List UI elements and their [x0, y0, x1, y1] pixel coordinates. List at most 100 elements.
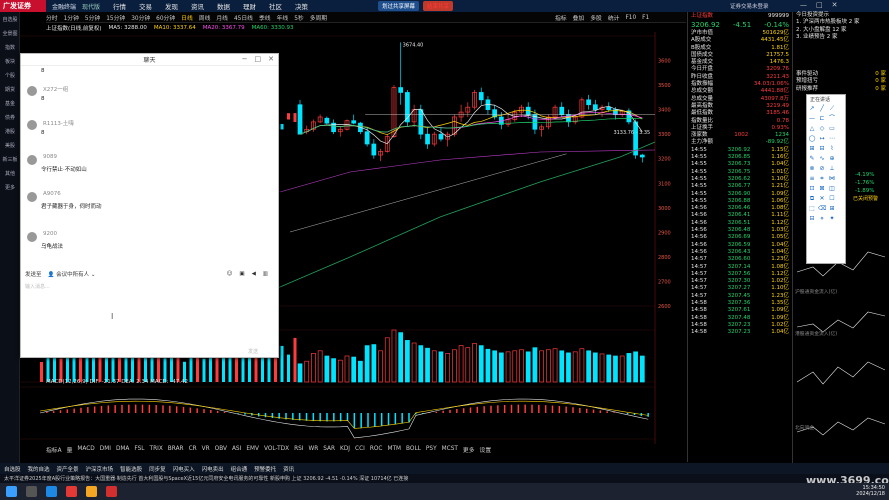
period-tab[interactable]: 月线: [216, 13, 228, 22]
indicator-tab[interactable]: SAR: [323, 446, 335, 452]
tick-list[interactable]: 14:55 3206.92 1.15亿 14:55 3206.85 1.16亿 14:55 3…: [688, 147, 792, 337]
draw-tool-icon[interactable]: ◇: [818, 125, 826, 133]
version-switch[interactable]: 现代版: [82, 2, 100, 11]
period-tab[interactable]: 15分钟: [106, 13, 125, 22]
chat-maximize-icon[interactable]: □: [255, 55, 262, 63]
tip-2[interactable]: 2. 大小盘解盘 12 家: [793, 27, 889, 34]
indicator-tab[interactable]: WR: [308, 446, 318, 452]
gf-app-icon[interactable]: [106, 486, 117, 497]
draw-tool-icon[interactable]: ≡: [808, 175, 816, 183]
chart-tool-tab[interactable]: 统计: [608, 13, 620, 22]
draw-tool-icon[interactable]: ⊏: [818, 115, 826, 123]
draw-tool-icon[interactable]: ∿: [818, 155, 826, 163]
trend-line[interactable]: [289, 153, 567, 233]
draw-tool-icon[interactable]: ▭: [828, 125, 836, 133]
sidebar-item[interactable]: 全景图: [0, 26, 20, 40]
draw-tool-icon[interactable]: ⌫: [818, 205, 826, 213]
draw-tool-icon[interactable]: ⋄: [818, 215, 826, 223]
draw-tool-icon[interactable]: ⟂: [828, 165, 836, 173]
indicator-tab[interactable]: 设置: [480, 445, 492, 454]
sidebar-item[interactable]: 港股: [0, 124, 20, 138]
period-tab[interactable]: 分时: [46, 13, 58, 22]
draw-tool-icon[interactable]: ☐: [828, 195, 836, 203]
draw-tool-icon[interactable]: ✎: [808, 155, 816, 163]
chart-tool-tab[interactable]: 叠加: [573, 13, 585, 22]
quick-function[interactable]: 沪深京市场: [86, 465, 114, 473]
indicator-tab[interactable]: BOLL: [406, 446, 421, 452]
period-tab[interactable]: 30分钟: [131, 13, 150, 22]
indicator-tab[interactable]: MTM: [387, 446, 401, 452]
sidebar-item[interactable]: 更多: [0, 180, 20, 194]
sidebar-item[interactable]: 其他: [0, 166, 20, 180]
draw-tool-icon[interactable]: ⋯: [828, 135, 836, 143]
draw-tool-icon[interactable]: —: [808, 115, 816, 123]
sidebar-item[interactable]: 期货: [0, 82, 20, 96]
period-tab[interactable]: 年线: [277, 13, 289, 22]
sidebar-item[interactable]: 美股: [0, 138, 20, 152]
maximize-icon[interactable]: □: [816, 1, 823, 9]
menu-decision[interactable]: 决策: [295, 1, 308, 11]
sidebar-item[interactable]: 新三板: [0, 152, 20, 166]
period-tab[interactable]: 45日线: [234, 13, 253, 22]
draw-tool-icon[interactable]: ⌗: [818, 175, 826, 183]
send-target-select[interactable]: 👤 会议中所有人 ⌄: [48, 270, 96, 278]
indicator-tab[interactable]: ASI: [232, 446, 241, 452]
start-icon[interactable]: [6, 486, 17, 497]
quick-function[interactable]: 闪电卖出: [202, 465, 224, 473]
indicator-tab[interactable]: VOL-TDX: [264, 446, 289, 452]
draw-tool-icon[interactable]: ✦: [828, 215, 836, 223]
period-tab[interactable]: 周线: [199, 13, 211, 22]
ticker-text[interactable]: 太平洋证券2025年度A股行业策略报告：大国重器·制造先行 首大利国股与Spac…: [4, 475, 408, 482]
draw-tool-icon[interactable]: ⋈: [828, 175, 836, 183]
indicator-tab[interactable]: RSI: [294, 446, 303, 452]
sidebar-item[interactable]: 指数: [0, 40, 20, 54]
draw-tool-icon[interactable]: ⊟: [818, 145, 826, 153]
close-icon[interactable]: ✕: [832, 1, 838, 9]
chart-tool-tab[interactable]: 多股: [590, 13, 602, 22]
quick-function[interactable]: 同步复: [149, 465, 166, 473]
indicator-tab[interactable]: DMA: [116, 446, 129, 452]
period-tab[interactable]: 季线: [259, 13, 271, 22]
indicator-tab[interactable]: MACD: [77, 446, 94, 452]
quick-function[interactable]: 智能选股: [120, 465, 142, 473]
indicator-tab[interactable]: BRAR: [168, 446, 184, 452]
search-icon[interactable]: [26, 486, 37, 497]
period-tab[interactable]: 日线: [181, 13, 193, 22]
chat-toolbar-icons[interactable]: ☺▣◀▥: [227, 271, 275, 277]
draw-tool-icon[interactable]: ⟋: [828, 105, 836, 113]
draw-tool-icon[interactable]: ╱: [818, 105, 826, 113]
draw-tool-icon[interactable]: ⊡: [808, 185, 816, 193]
indicator-tab[interactable]: 量: [67, 445, 73, 454]
draw-tool-icon[interactable]: ⊗: [808, 165, 816, 173]
quick-function[interactable]: 自选股: [4, 465, 21, 473]
period-tab[interactable]: 1分钟: [64, 13, 79, 22]
menu-trade[interactable]: 交易: [139, 1, 152, 11]
menu-wealth[interactable]: 理财: [243, 1, 256, 11]
chat-message-input[interactable]: 输入消息...: [25, 283, 50, 290]
indicator-tab[interactable]: MCST: [442, 446, 458, 452]
indicator-tab[interactable]: DMI: [100, 446, 111, 452]
draw-tool-icon[interactable]: ⧉: [808, 195, 816, 203]
app-w-icon[interactable]: [66, 486, 77, 497]
draw-tool-icon[interactable]: ◫: [828, 185, 836, 193]
draw-tool-icon[interactable]: ◯: [808, 135, 816, 143]
chart-tool-tab[interactable]: 指标: [555, 13, 567, 22]
indicator-tab[interactable]: FSL: [134, 446, 144, 452]
folder-icon[interactable]: [86, 486, 97, 497]
menu-community[interactable]: 社区: [269, 1, 282, 11]
quick-function[interactable]: 闪电买入: [173, 465, 195, 473]
indicator-tab[interactable]: TRIX: [150, 446, 163, 452]
sidebar-item[interactable]: 板块: [0, 54, 20, 68]
menu-quote[interactable]: 行情: [113, 1, 126, 11]
quick-function[interactable]: 资讯: [283, 465, 294, 473]
chat-close-icon[interactable]: ✕: [268, 55, 274, 63]
draw-tool-icon[interactable]: ⬚: [808, 205, 816, 213]
end-share-button[interactable]: 结束共享: [423, 1, 454, 11]
draw-tool-icon[interactable]: △: [808, 125, 816, 133]
draw-tool-icon[interactable]: ⊠: [818, 185, 826, 193]
indicator-tab[interactable]: CCI: [355, 446, 365, 452]
quick-function[interactable]: 组合通: [231, 465, 248, 473]
tip-1[interactable]: 1. 沪深两市热股板块 2 家: [793, 19, 889, 26]
indicator-tab[interactable]: PSY: [426, 446, 437, 452]
minimize-icon[interactable]: —: [800, 1, 807, 9]
